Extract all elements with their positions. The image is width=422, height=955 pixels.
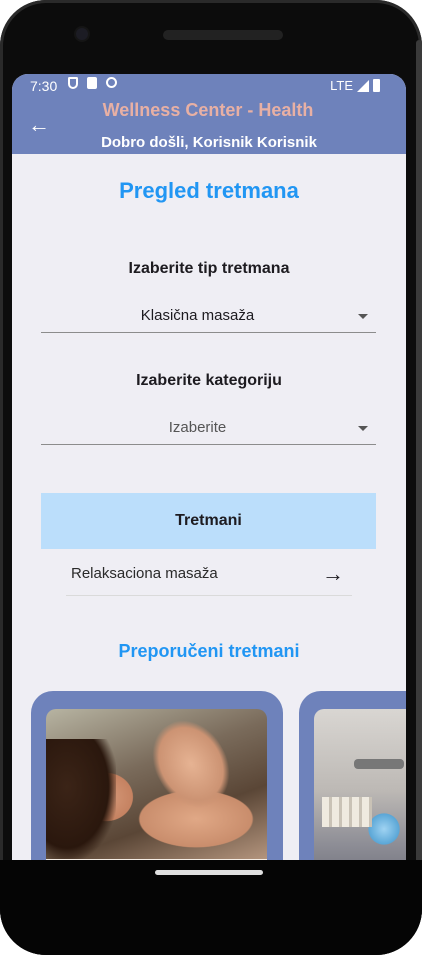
sim-card-icon [87,77,97,89]
treatment-name: Relaksaciona masaža [71,565,218,582]
front-camera [76,28,88,40]
caret-down-icon [358,426,368,431]
battery-icon [373,79,380,92]
status-icons-left [68,77,117,89]
app-bar: 7:30 LTE ← Wellness Center - Health Dobr… [12,74,406,154]
arrow-right-icon[interactable]: → [322,561,344,587]
earpiece-speaker [163,30,283,40]
massage-photo [46,709,267,860]
photo-detail [354,759,404,769]
app-title: Wellness Center - Health [102,100,314,120]
home-indicator[interactable] [155,870,263,875]
status-time: 7:30 [30,78,58,94]
treatment-type-dropdown[interactable]: Klasična masaža [41,302,376,333]
category-value: Izaberite [168,419,227,436]
status-bar: 7:30 LTE [12,74,406,98]
signal-icon [357,79,369,92]
treatments-header: Tretmani [41,493,376,549]
app-screen: 7:30 LTE ← Wellness Center - Health Dobr… [12,74,406,860]
treatment-type-value: Klasična masaža [140,307,255,324]
sync-icon [106,77,117,88]
spa-treatment-photo [314,709,406,860]
welcome-text: Dobro došli, Korisnik Korisnik [101,134,317,151]
recommended-card[interactable] [31,691,283,860]
photo-detail [322,797,372,827]
phone-side-button [416,40,422,910]
recommended-title: Preporučeni tretmani [118,641,300,661]
treatment-list-item[interactable]: Relaksaciona masaža → [66,555,352,596]
photo-detail [138,709,244,821]
treatment-type-label: Izaberite tip tretmana [128,260,290,277]
caret-down-icon [358,314,368,319]
recommended-card[interactable] [299,691,406,860]
category-label: Izaberite kategoriju [136,372,282,389]
phone-frame: 7:30 LTE ← Wellness Center - Health Dobr… [0,0,422,955]
photo-detail [46,739,116,859]
page-title: Pregled tretmana [119,178,299,203]
shield-icon [68,77,78,89]
category-dropdown[interactable]: Izaberite [41,414,376,445]
network-type: LTE [330,78,353,93]
status-icons-right: LTE [330,78,380,93]
